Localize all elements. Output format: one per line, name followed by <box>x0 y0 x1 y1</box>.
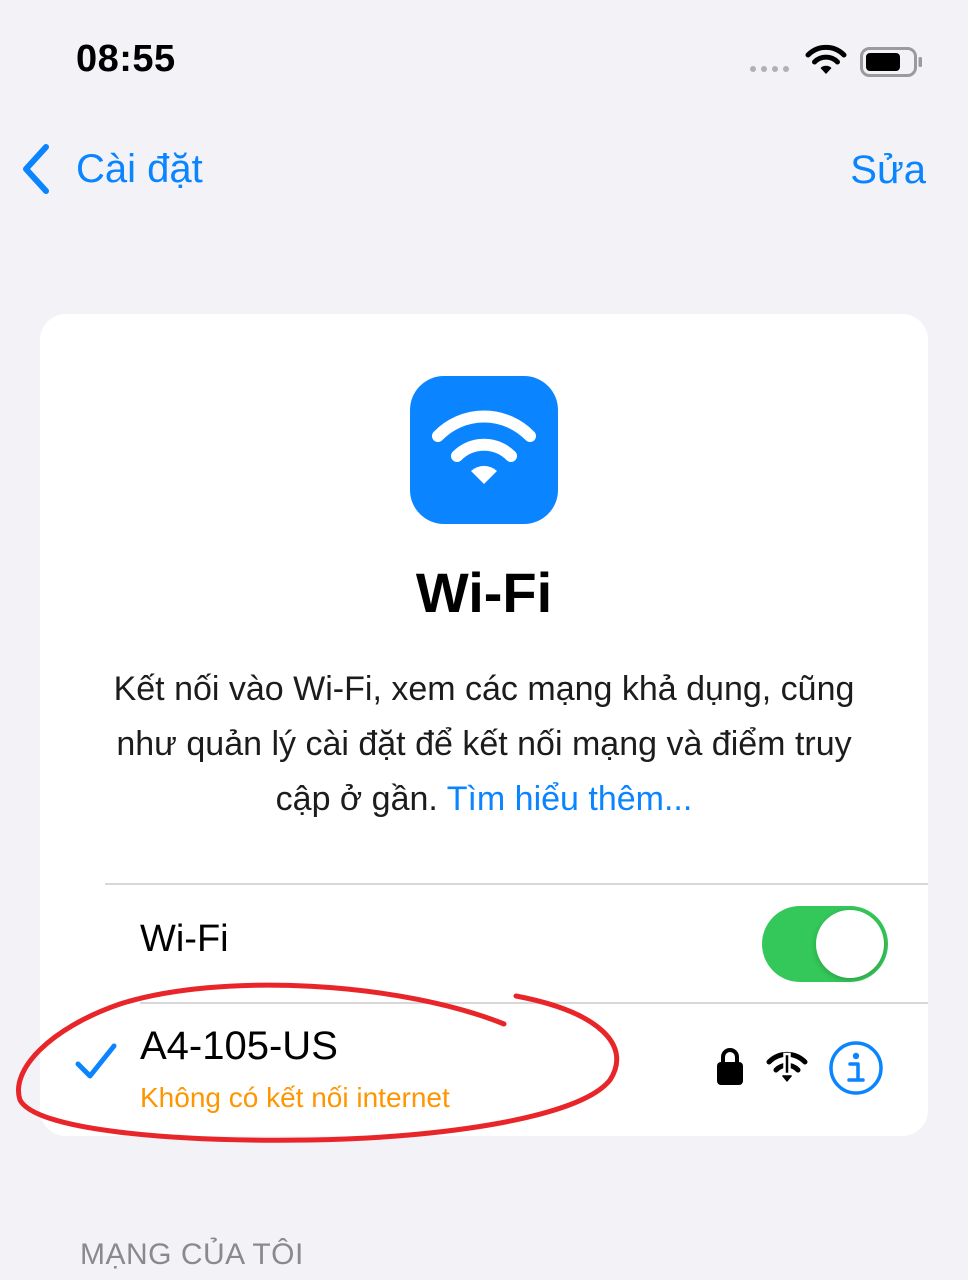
back-button[interactable]: Cài đặt <box>18 142 203 196</box>
cellular-signal-icon <box>750 66 789 72</box>
info-icon[interactable] <box>828 1040 884 1096</box>
wifi-settings-card: Wi-Fi Kết nối vào Wi-Fi, xem các mạng kh… <box>40 314 928 1136</box>
divider <box>105 883 928 885</box>
wifi-toggle-label: Wi-Fi <box>140 918 229 960</box>
my-networks-header: MẠNG CỦA TÔI <box>80 1238 304 1271</box>
battery-icon <box>860 47 922 77</box>
checkmark-icon <box>75 1043 117 1079</box>
wifi-toggle[interactable] <box>762 906 888 982</box>
network-name: A4-105-US <box>140 1024 338 1068</box>
wifi-no-internet-icon <box>766 1051 808 1082</box>
wifi-description: Kết nối vào Wi-Fi, xem các mạng khả dụng… <box>100 662 868 827</box>
back-button-label: Cài đặt <box>76 146 203 191</box>
connected-network-row[interactable]: A4-105-US Không có kết nối internet <box>40 1004 928 1136</box>
chevron-left-icon <box>23 144 49 194</box>
lock-icon <box>717 1048 743 1085</box>
wifi-status-icon <box>805 44 847 74</box>
edit-button[interactable]: Sửa <box>850 148 926 193</box>
status-time: 08:55 <box>76 38 176 80</box>
toggle-knob <box>816 910 884 978</box>
network-status: Không có kết nối internet <box>140 1082 450 1113</box>
wifi-app-icon <box>410 376 558 524</box>
page-title: Wi-Fi <box>415 561 553 624</box>
navigation-bar: Cài đặt Sửa <box>0 120 968 230</box>
status-bar: 08:55 <box>0 0 968 110</box>
learn-more-link[interactable]: Tìm hiểu thêm... <box>447 780 693 818</box>
